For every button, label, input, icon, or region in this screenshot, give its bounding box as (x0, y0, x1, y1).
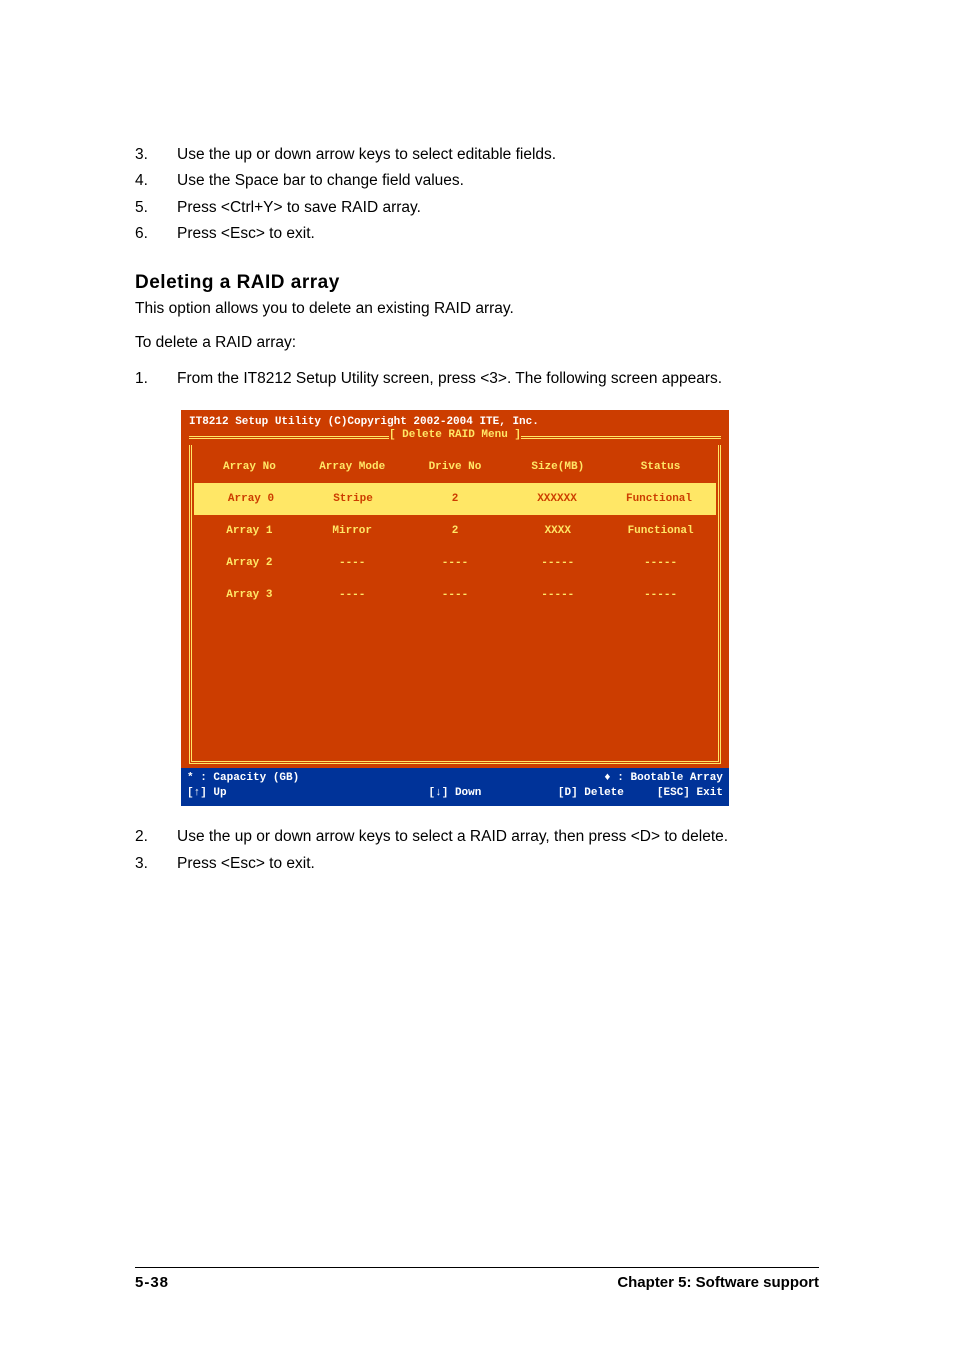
col-header: Status (609, 461, 712, 473)
cell: XXXXXX (506, 493, 608, 505)
step-number: 3. (135, 144, 177, 166)
step-text: Press <Ctrl+Y> to save RAID array. (177, 197, 819, 219)
col-header: Size(MB) (506, 461, 609, 473)
box-rule (189, 436, 389, 439)
cell: ---- (301, 557, 404, 569)
cell: XXXX (506, 525, 609, 537)
legend-delete: [D] Delete (558, 787, 624, 799)
cell: ----- (506, 557, 609, 569)
lead-in-text: To delete a RAID array: (135, 334, 819, 352)
step-text: Use the up or down arrow keys to select … (177, 144, 819, 166)
table-row[interactable]: Array 3 ---- ---- ----- ----- (192, 579, 718, 611)
step-number: 1. (135, 368, 177, 390)
step-text: From the IT8212 Setup Utility screen, pr… (177, 368, 819, 390)
col-header: Drive No (404, 461, 507, 473)
step-item: 3.Use the up or down arrow keys to selec… (135, 144, 819, 166)
step-number: 2. (135, 826, 177, 848)
step-list-mid: 1.From the IT8212 Setup Utility screen, … (135, 368, 819, 390)
cell: ----- (506, 589, 609, 601)
legend-exit: [ESC] Exit (657, 787, 723, 799)
table-header-row: Array No Array Mode Drive No Size(MB) St… (192, 451, 718, 483)
cell: Array 3 (198, 589, 301, 601)
cell: ----- (609, 557, 712, 569)
bios-screenshot: IT8212 Setup Utility (C)Copyright 2002-2… (181, 410, 729, 806)
cell: ---- (404, 589, 507, 601)
step-number: 5. (135, 197, 177, 219)
step-item: 2.Use the up or down arrow keys to selec… (135, 826, 819, 848)
bios-body: [ Delete RAID Menu ] Array No Array Mode… (181, 429, 729, 768)
step-item: 6.Press <Esc> to exit. (135, 223, 819, 245)
cell: Functional (608, 493, 710, 505)
table-row-selected[interactable]: Array 0 Stripe 2 XXXXXX Functional (194, 483, 716, 515)
cell: Mirror (301, 525, 404, 537)
step-text: Press <Esc> to exit. (177, 853, 819, 875)
cell: Stripe (302, 493, 404, 505)
legend-spacer (366, 771, 545, 786)
step-list-top: 3.Use the up or down arrow keys to selec… (135, 144, 819, 246)
bios-inner-box: Array No Array Mode Drive No Size(MB) St… (189, 445, 721, 764)
page-number: 5-38 (135, 1274, 169, 1291)
cell: 2 (404, 493, 506, 505)
legend-del-exit: [D] Delete [ESC] Exit (544, 786, 723, 801)
step-text: Use the Space bar to change field values… (177, 170, 819, 192)
intro-paragraph: This option allows you to delete an exis… (135, 300, 819, 318)
bios-copyright: IT8212 Setup Utility (C)Copyright 2002-2… (181, 410, 729, 430)
cell: Functional (609, 525, 712, 537)
step-number: 4. (135, 170, 177, 192)
step-number: 3. (135, 853, 177, 875)
legend-capacity: * : Capacity (GB) (187, 771, 366, 786)
cell: Array 2 (198, 557, 301, 569)
col-header: Array Mode (301, 461, 404, 473)
section-heading: Deleting a RAID array (135, 272, 819, 294)
cell: ----- (609, 589, 712, 601)
page-footer: 5-38 Chapter 5: Software support (135, 1267, 819, 1291)
legend-bootable: ♦ : Bootable Array (544, 771, 723, 786)
cell: 2 (404, 525, 507, 537)
table-row[interactable]: Array 1 Mirror 2 XXXX Functional (192, 515, 718, 547)
step-text: Use the up or down arrow keys to select … (177, 826, 819, 848)
legend-down: [↓] Down (366, 786, 545, 801)
col-header: Array No (198, 461, 301, 473)
step-text: Press <Esc> to exit. (177, 223, 819, 245)
cell: Array 1 (198, 525, 301, 537)
step-item: 3.Press <Esc> to exit. (135, 853, 819, 875)
cell: Array 0 (200, 493, 302, 505)
step-list-bottom: 2.Use the up or down arrow keys to selec… (135, 826, 819, 875)
chapter-label: Chapter 5: Software support (617, 1274, 819, 1291)
box-rule (521, 436, 721, 439)
cell: ---- (404, 557, 507, 569)
step-item: 4.Use the Space bar to change field valu… (135, 170, 819, 192)
step-item: 1.From the IT8212 Setup Utility screen, … (135, 368, 819, 390)
step-item: 5.Press <Ctrl+Y> to save RAID array. (135, 197, 819, 219)
bios-menu-title: [ Delete RAID Menu ] (389, 429, 521, 445)
legend-up: [↑] Up (187, 786, 366, 801)
bios-footer-legend: * : Capacity (GB) ♦ : Bootable Array [↑]… (181, 768, 729, 806)
cell: ---- (301, 589, 404, 601)
table-row[interactable]: Array 2 ---- ---- ----- ----- (192, 547, 718, 579)
step-number: 6. (135, 223, 177, 245)
